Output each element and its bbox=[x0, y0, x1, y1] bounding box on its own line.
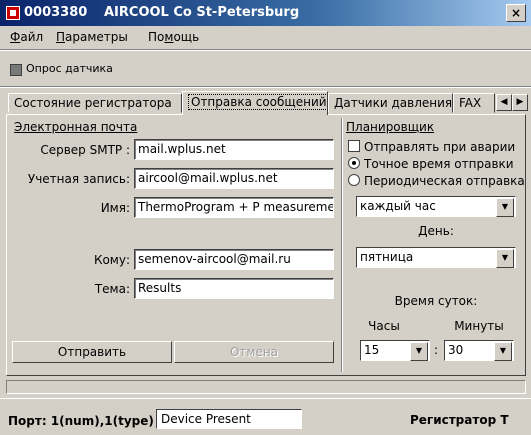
periodic-radio[interactable] bbox=[348, 174, 360, 186]
subject-input[interactable]: Results bbox=[134, 278, 334, 299]
poll-sensor-checkbox[interactable] bbox=[10, 64, 22, 76]
sender-name-input[interactable]: ThermoProgram + P measurement bbox=[134, 197, 334, 218]
smtp-server-label: Сервер SMTP : bbox=[40, 143, 130, 157]
send-on-alarm-option[interactable]: Отправлять при аварии bbox=[348, 140, 515, 154]
day-dropdown[interactable]: пятница ▼ bbox=[356, 247, 516, 268]
time-colon: : bbox=[434, 343, 439, 357]
account-label: Учетная запись: bbox=[27, 172, 130, 186]
close-button[interactable]: × bbox=[506, 4, 526, 22]
tab-pressure-sensors[interactable]: Датчики давления bbox=[328, 93, 453, 113]
hours-label: Часы bbox=[368, 319, 400, 333]
progress-area bbox=[6, 380, 526, 394]
tab-scroll-left-icon[interactable]: ◀ bbox=[496, 94, 512, 111]
recipient-label: Кому: bbox=[93, 253, 130, 267]
hours-dropdown[interactable]: 15 ▼ bbox=[360, 340, 430, 361]
day-label: День: bbox=[418, 224, 454, 238]
menu-separator bbox=[0, 49, 531, 51]
scheduler-group-title: Планировщик bbox=[346, 120, 435, 134]
send-button[interactable]: Отправить bbox=[12, 341, 172, 363]
exact-time-option[interactable]: Точное время отправки bbox=[348, 157, 514, 171]
email-group-title: Электронная почта bbox=[14, 120, 138, 134]
chevron-down-icon[interactable]: ▼ bbox=[496, 198, 514, 217]
toolbar-separator bbox=[0, 86, 531, 88]
title-bar[interactable]: 0003380 AIRCOOL Co St-Petersburg × bbox=[0, 0, 531, 26]
send-on-alarm-checkbox[interactable] bbox=[348, 140, 360, 152]
window-title: AIRCOOL Co St-Petersburg bbox=[104, 5, 300, 20]
poll-sensor-label: Опрос датчика bbox=[26, 62, 113, 75]
tab-send-messages[interactable]: Отправка сообщений bbox=[182, 91, 328, 115]
periodic-option[interactable]: Периодическая отправка bbox=[348, 174, 525, 188]
menu-help[interactable]: Помощь bbox=[148, 30, 199, 44]
minutes-dropdown[interactable]: 30 ▼ bbox=[444, 340, 514, 361]
menu-bar: Файл Параметры Помощь bbox=[0, 26, 531, 48]
tab-fax[interactable]: FAX bbox=[453, 93, 495, 113]
subject-label: Тема: bbox=[94, 282, 130, 296]
menu-file[interactable]: Файл bbox=[10, 30, 43, 44]
cancel-button[interactable]: Отмена bbox=[174, 341, 334, 363]
status-port: Порт: 1(num),1(type) bbox=[8, 414, 154, 428]
group-divider bbox=[341, 118, 343, 372]
name-label: Имя: bbox=[100, 201, 130, 215]
time-of-day-label: Время суток: bbox=[394, 294, 478, 308]
account-input[interactable]: aircool@mail.wplus.net bbox=[134, 168, 334, 189]
app-icon bbox=[6, 6, 20, 20]
menu-parameters[interactable]: Параметры bbox=[56, 30, 128, 44]
chevron-down-icon[interactable]: ▼ bbox=[410, 342, 428, 361]
minutes-label: Минуты bbox=[454, 319, 504, 333]
tab-logger-status[interactable]: Состояние регистратора bbox=[8, 93, 182, 113]
exact-time-radio[interactable] bbox=[348, 157, 360, 169]
smtp-server-input[interactable]: mail.wplus.net bbox=[134, 139, 334, 160]
tab-scroll-right-icon[interactable]: ▶ bbox=[512, 94, 528, 111]
chevron-down-icon[interactable]: ▼ bbox=[496, 249, 514, 268]
window-id: 0003380 bbox=[24, 5, 88, 20]
status-device: Device Present bbox=[156, 409, 302, 429]
chevron-down-icon[interactable]: ▼ bbox=[494, 342, 512, 361]
status-logger: Регистратор Т bbox=[410, 413, 509, 427]
recipient-input[interactable]: semenov-aircool@mail.ru bbox=[134, 249, 334, 270]
period-dropdown[interactable]: каждый час ▼ bbox=[356, 196, 516, 217]
